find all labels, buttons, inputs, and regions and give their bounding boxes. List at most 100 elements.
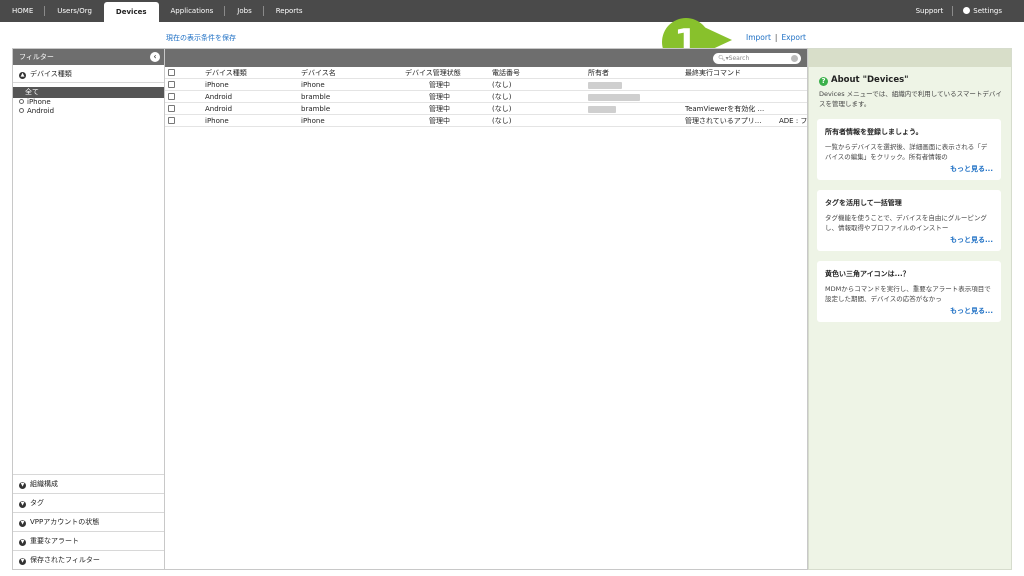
search-placeholder: Search (728, 55, 750, 62)
cell-phone: (なし) (492, 93, 512, 101)
help-card-title: 所有者情報を登録しましょう。 (825, 128, 923, 136)
column-header[interactable]: 電話番号 (492, 67, 520, 79)
owner-redacted (588, 94, 640, 101)
help-card-title: タグを活用して一括管理 (825, 199, 902, 207)
column-header[interactable]: デバイス管理状態 (405, 67, 461, 79)
table-header: デバイス種類 デバイス名 デバイス管理状態 電話番号 所有者 最終実行コマンド (165, 67, 807, 79)
filter-section-vpp[interactable]: ▼ VPPアカウントの状態 (13, 512, 164, 531)
nav-devices[interactable]: Devices (103, 2, 159, 22)
owner-redacted (588, 82, 622, 89)
filter-option-label: iPhone (27, 98, 51, 106)
chevron-down-icon: ▼ (19, 520, 26, 527)
cell-phone: (なし) (492, 81, 512, 89)
filter-all-option[interactable]: 全て (13, 87, 164, 98)
filter-section-saved[interactable]: ▼ 保存されたフィルター (13, 550, 164, 569)
link-separator: | (774, 33, 778, 42)
clear-icon[interactable] (791, 55, 798, 62)
help-panel: ? About "Devices" Devices メニューでは、組織内で利用して… (808, 48, 1012, 570)
chevron-down-icon: ▼ (19, 482, 26, 489)
search-input[interactable]: 🔍︎▾Search (713, 53, 801, 64)
nav-settings[interactable]: Settings (953, 0, 1012, 22)
top-navigation: HOME Users/Org Devices Applications Jobs… (0, 0, 1024, 22)
filter-section-alert[interactable]: ▼ 重要なアラート (13, 531, 164, 550)
owner-redacted (588, 106, 616, 113)
import-export-links: Import | Export (746, 33, 806, 42)
filter-option-android[interactable]: Android (13, 107, 164, 116)
column-header[interactable]: 所有者 (588, 67, 609, 79)
nav-applications[interactable]: Applications (159, 0, 226, 22)
nav-jobs[interactable]: Jobs (225, 0, 265, 22)
chevron-down-icon: ▼ (19, 558, 26, 565)
about-title: ? About "Devices" (819, 75, 1003, 86)
question-icon: ? (819, 77, 828, 86)
device-table: 🔍︎▾Search デバイス種類 デバイス名 デバイス管理状態 電話番号 所有者… (165, 48, 808, 570)
filter-device-type-section[interactable]: ▲ デバイス種類 (13, 65, 164, 83)
about-description: Devices メニューでは、組織内で利用しているスマートデバイスを管理します。 (819, 90, 1002, 108)
nav-right: Support Settings (906, 0, 1012, 22)
table-row[interactable]: iPhone iPhone 管理中 (なし) 管理されているアプリ... ADE… (165, 115, 807, 127)
cell-last-command: 管理されているアプリ... (685, 117, 762, 125)
cell-last-command: TeamViewerを有効化 ... (685, 105, 765, 113)
cell-device-type: Android (205, 93, 233, 101)
about-section: ? About "Devices" Devices メニューでは、組織内で利用して… (809, 67, 1011, 109)
cell-device-name: iPhone (301, 81, 325, 89)
import-link[interactable]: Import (746, 33, 771, 42)
filter-section-label: VPPアカウントの状態 (30, 518, 100, 526)
cell-status: 管理中 (429, 93, 450, 101)
filter-device-type-label: デバイス種類 (30, 70, 72, 78)
chevron-up-icon: ▲ (19, 72, 26, 79)
filter-option-iphone[interactable]: iPhone (13, 98, 164, 107)
cell-device-type: iPhone (205, 81, 229, 89)
row-checkbox[interactable] (168, 105, 175, 112)
table-row[interactable]: Android bramble 管理中 (なし) (165, 91, 807, 103)
help-card-text: 一覧からデバイスを選択後、詳細画面に表示される「デバイスの編集」をクリック。所有… (825, 143, 988, 161)
column-header[interactable]: 最終実行コマンド (685, 67, 741, 79)
more-link[interactable]: もっと見る... (825, 235, 993, 245)
help-card: タグを活用して一括管理 タグ機能を使うことで、デバイスを自由にグルーピングし、情… (817, 190, 1001, 251)
chevron-down-icon: ▼ (19, 501, 26, 508)
table-toolbar: 🔍︎▾Search (165, 49, 807, 67)
filter-header: フィルター ‹ (13, 49, 164, 65)
nav-users-org[interactable]: Users/Org (45, 0, 104, 22)
cell-status: 管理中 (429, 81, 450, 89)
filter-section-label: 保存されたフィルター (30, 556, 100, 564)
select-all-checkbox[interactable] (168, 69, 175, 76)
cell-status: 管理中 (429, 105, 450, 113)
table-row[interactable]: Android bramble 管理中 (なし) TeamViewerを有効化 … (165, 103, 807, 115)
cell-device-type: Android (205, 105, 233, 113)
row-checkbox[interactable] (168, 93, 175, 100)
cell-device-name: bramble (301, 105, 331, 113)
save-view-link[interactable]: 現在の表示条件を保存 (166, 33, 236, 43)
table-row[interactable]: iPhone iPhone 管理中 (なし) (165, 79, 807, 91)
help-card-title: 黄色い三角アイコンは...？ (825, 270, 910, 278)
filter-section-label: タグ (30, 499, 44, 507)
help-card: 黄色い三角アイコンは...？ MDMからコマンドを実行し、重要なアラート表示項目… (817, 261, 1001, 322)
nav-reports[interactable]: Reports (264, 0, 315, 22)
more-link[interactable]: もっと見る... (825, 306, 993, 316)
help-card-text: MDMからコマンドを実行し、重要なアラート表示項目で設定した期間、デバイスの応答… (825, 285, 991, 303)
chevron-down-icon: ▼ (19, 539, 26, 546)
cell-phone: (なし) (492, 117, 512, 125)
export-link[interactable]: Export (781, 33, 806, 42)
filter-bottom-sections: ▼ 組織構成 ▼ タグ ▼ VPPアカウントの状態 ▼ 重要なアラート ▼ 保存されたフィ… (13, 474, 164, 569)
help-card: 所有者情報を登録しましょう。 一覧からデバイスを選択後、詳細画面に表示される「デ… (817, 119, 1001, 180)
gear-icon (963, 7, 971, 14)
row-checkbox[interactable] (168, 117, 175, 124)
nav-home[interactable]: HOME (0, 0, 46, 22)
column-header[interactable]: デバイス種類 (205, 67, 247, 79)
radio-icon (19, 108, 24, 113)
filter-section-tag[interactable]: ▼ タグ (13, 493, 164, 512)
about-title-text: About "Devices" (831, 75, 909, 85)
column-header[interactable]: デバイス名 (301, 67, 336, 79)
nav-settings-label: Settings (973, 7, 1002, 15)
cell-device-name: iPhone (301, 117, 325, 125)
row-checkbox[interactable] (168, 81, 175, 88)
collapse-icon[interactable]: ‹ (150, 52, 160, 62)
cell-overflow: ADE : フ (779, 117, 808, 125)
filter-section-org[interactable]: ▼ 組織構成 (13, 474, 164, 493)
cell-device-type: iPhone (205, 117, 229, 125)
cell-device-name: bramble (301, 93, 331, 101)
filter-header-label: フィルター (19, 53, 54, 61)
more-link[interactable]: もっと見る... (825, 164, 993, 174)
nav-support[interactable]: Support (906, 0, 954, 22)
